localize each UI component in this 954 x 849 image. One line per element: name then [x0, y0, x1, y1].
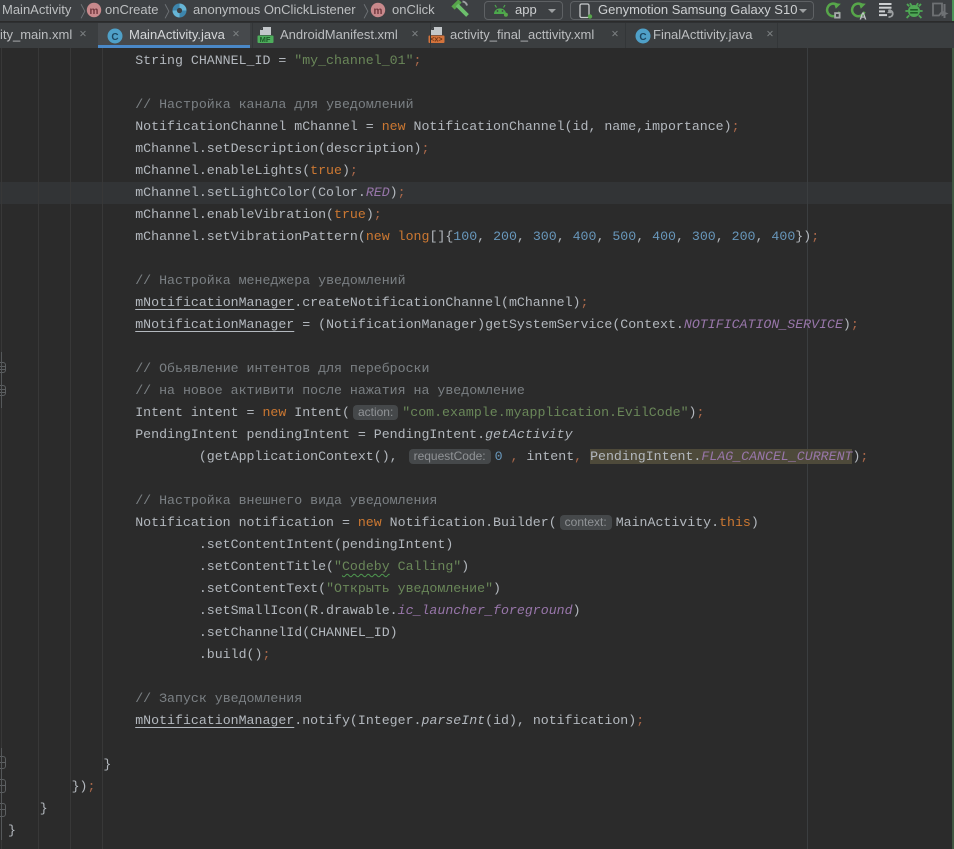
svg-text:<x>: <x> — [430, 37, 442, 44]
svg-text:MF: MF — [260, 35, 271, 44]
svg-text:C: C — [111, 32, 118, 43]
svg-text:A: A — [859, 12, 866, 21]
svg-text:m: m — [374, 6, 383, 17]
svg-text:C: C — [639, 32, 646, 43]
svg-text:m: m — [90, 6, 99, 17]
